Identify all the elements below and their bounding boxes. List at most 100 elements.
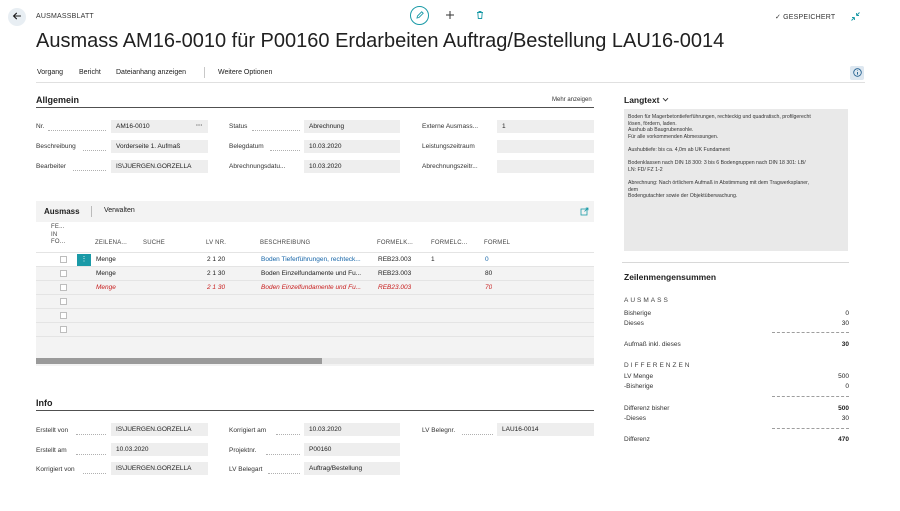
field-nr[interactable]: AM16-0010 [111, 120, 208, 133]
sum-value-differenz: 470 [838, 436, 849, 443]
row-checkbox[interactable] [60, 256, 67, 263]
column-header-formelc[interactable]: FORMELC... [431, 240, 467, 246]
edit-button[interactable] [410, 6, 429, 25]
action-weitere-optionen[interactable]: Weitere Optionen [218, 69, 272, 76]
leader-dots [252, 130, 300, 131]
factbox-toggle-button[interactable] [850, 66, 864, 80]
empty-row[interactable] [36, 322, 594, 336]
field-status[interactable]: Abrechnung [304, 120, 400, 133]
field-leistungszeitraum[interactable] [497, 140, 594, 153]
factbox-divider [622, 262, 849, 263]
new-button[interactable] [441, 7, 459, 25]
leader-dots [83, 150, 106, 151]
show-more-link[interactable]: Mehr anzeigen [552, 97, 592, 103]
langtext-header[interactable]: Langtext [624, 95, 669, 105]
cell-lvnr[interactable]: 2 1 30 [207, 270, 225, 277]
scrollbar-thumb[interactable] [36, 358, 322, 364]
row-checkbox[interactable] [60, 312, 67, 319]
lookup-ellipsis-button[interactable]: ··· [196, 122, 203, 129]
cell-formel[interactable]: 70 [485, 284, 492, 291]
cell-formelk[interactable]: REB23.003 [378, 270, 411, 277]
sum-label-dieses: Dieses [624, 320, 644, 327]
collapse-button[interactable] [850, 11, 861, 24]
tab-verwalten[interactable]: Verwalten [104, 207, 135, 214]
saved-label: GESPEICHERT [783, 13, 836, 21]
table-row[interactable]: Menge 2 1 30 Boden Einzelfundamente und … [36, 280, 594, 294]
langtext-blank [628, 173, 844, 180]
sum-label-lv-menge: LV Menge [624, 373, 654, 380]
sum-label-differenz-bisher: Differenz bisher [624, 405, 670, 412]
section-divider [36, 107, 594, 108]
column-header-lvnr[interactable]: LV NR. [206, 240, 226, 246]
column-header-beschreibung[interactable]: BESCHREIBUNG [260, 240, 310, 246]
cell-zeilenart[interactable]: Menge [96, 256, 116, 263]
check-icon: ✓ [775, 14, 782, 21]
sum-label-minus-dieses: -Dieses [624, 415, 647, 422]
empty-row[interactable] [36, 308, 594, 322]
cell-formelc[interactable]: 1 [431, 256, 435, 263]
table-row[interactable]: Menge 2 1 30 Boden Einzelfundamente und … [36, 266, 594, 280]
cell-beschreibung[interactable]: Boden Einzelfundamente und Fu... [261, 284, 374, 291]
cell-formelk[interactable]: REB23.003 [378, 284, 411, 291]
field-label-abrechnungsdatum: Abrechnungsdatu... [229, 163, 286, 170]
field-abrechnungszeitr[interactable] [497, 160, 594, 173]
column-header-formelk[interactable]: FORMELK... [377, 240, 413, 246]
row-checkbox[interactable] [60, 284, 67, 291]
action-dateianhang[interactable]: Dateianhang anzeigen [116, 69, 186, 76]
column-header-fe[interactable]: FE... IN FO... [51, 224, 65, 247]
sum-label-minus-bisherige: -Bisherige [624, 383, 654, 390]
column-header-zeilenart[interactable]: ZEILENA... [95, 240, 127, 246]
back-button[interactable] [8, 8, 26, 26]
leader-dots [76, 434, 106, 435]
row-checkbox[interactable] [60, 326, 67, 333]
delete-button[interactable] [471, 7, 489, 25]
field-label-abrechnungszeitr: Abrechnungszeitr... [422, 163, 478, 170]
cell-zeilenart[interactable]: Menge [96, 270, 116, 277]
sum-label-bisherige: Bisherige [624, 310, 652, 317]
horizontal-scrollbar[interactable] [36, 358, 594, 364]
empty-row[interactable] [36, 336, 594, 350]
sum-value-lv-menge: 500 [838, 373, 849, 380]
cell-lvnr[interactable]: 2 1 20 [207, 256, 225, 263]
field-lv-belegnr[interactable]: LAU16-0014 [497, 423, 594, 436]
action-vorgang[interactable]: Vorgang [37, 69, 63, 76]
row-checkbox[interactable] [60, 270, 67, 277]
table-row[interactable]: ⋮ Menge 2 1 20 Boden Tieferführungen, re… [36, 252, 594, 266]
row-actions-button[interactable]: ⋮ [77, 254, 91, 266]
tab-ausmass[interactable]: Ausmass [44, 207, 80, 216]
field-label-lv-belegart: LV Belegart [229, 466, 263, 473]
field-projektnr[interactable]: P00160 [304, 443, 400, 456]
column-header-suche[interactable]: SUCHE [143, 240, 165, 246]
cell-formel[interactable]: 80 [485, 270, 492, 277]
row-checkbox[interactable] [60, 298, 67, 305]
cell-lvnr[interactable]: 2 1 30 [207, 284, 225, 291]
sum-value-minus-bisherige: 0 [845, 383, 849, 390]
action-bericht[interactable]: Bericht [79, 69, 101, 76]
field-korrigiert-von[interactable]: IS\JUERGEN.GORZELLA [111, 462, 208, 475]
field-erstellt-am[interactable]: 10.03.2020 [111, 443, 208, 456]
cell-formelk[interactable]: REB23.003 [378, 256, 411, 263]
langtext-line: Für alle vorkommenden Abmessungen. [628, 133, 719, 140]
langtext-blank [628, 140, 844, 147]
cell-beschreibung[interactable]: Boden Einzelfundamente und Fu... [261, 270, 374, 277]
grid-header: FE... IN FO... ZEILENA... SUCHE LV NR. B… [36, 222, 594, 253]
field-belegdatum[interactable]: 10.03.2020 [304, 140, 400, 153]
column-header-formel[interactable]: FORMEL [484, 240, 510, 246]
cell-beschreibung[interactable]: Boden Tieferführungen, rechteck... [261, 256, 374, 263]
empty-row[interactable] [36, 294, 594, 308]
field-erstellt-von[interactable]: IS\JUERGEN.GORZELLA [111, 423, 208, 436]
trash-icon [475, 10, 485, 22]
cell-zeilenart[interactable]: Menge [96, 284, 116, 291]
field-label-erstellt-am: Erstellt am [36, 447, 67, 454]
ausmass-lines-part: Ausmass Verwalten FE... IN FO... ZEILENA… [36, 201, 594, 366]
field-korrigiert-am[interactable]: 10.03.2020 [304, 423, 400, 436]
field-bearbeiter[interactable]: IS\JUERGEN.GORZELLA [111, 160, 208, 173]
field-abrechnungsdatum[interactable]: 10.03.2020 [304, 160, 400, 173]
field-beschreibung[interactable]: Vorderseite 1. Aufmaß [111, 140, 208, 153]
field-label-belegdatum: Belegdatum [229, 143, 264, 150]
field-lv-belegart[interactable]: Auftrag/Bestellung [304, 462, 400, 475]
field-externe[interactable]: 1 [497, 120, 594, 133]
langtext-line: dem [628, 186, 639, 193]
cell-formel[interactable]: 0 [485, 256, 489, 263]
open-in-new-window-button[interactable] [580, 207, 589, 218]
